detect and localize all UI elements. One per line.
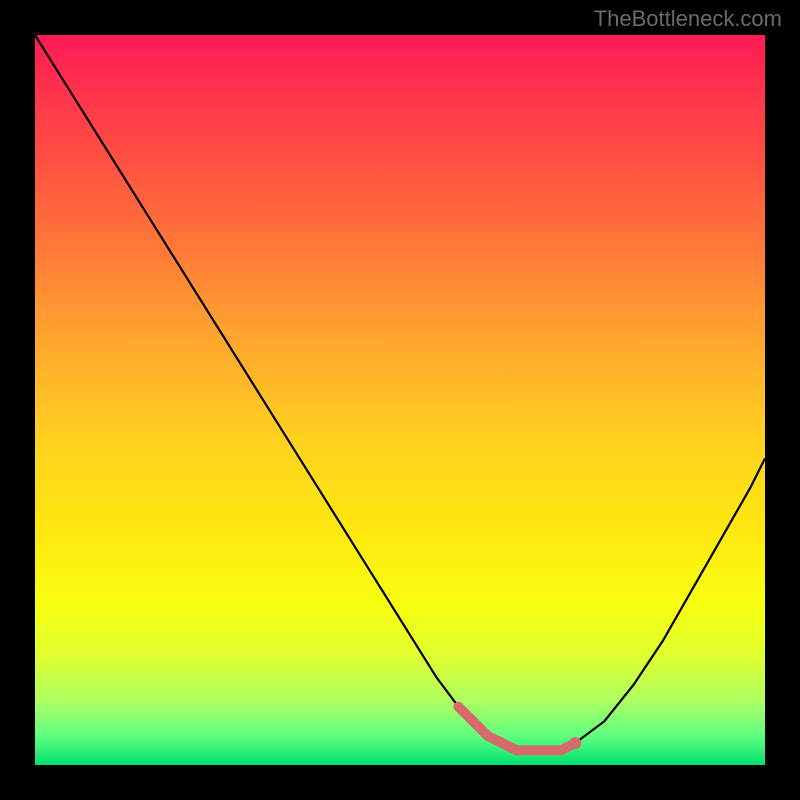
bottleneck-curve <box>35 35 765 750</box>
watermark-text: TheBottleneck.com <box>594 6 782 32</box>
chart-svg <box>35 35 765 765</box>
optimal-range-end-dot <box>569 737 581 749</box>
optimal-range-highlight <box>458 707 575 751</box>
chart-plot-area <box>35 35 765 765</box>
